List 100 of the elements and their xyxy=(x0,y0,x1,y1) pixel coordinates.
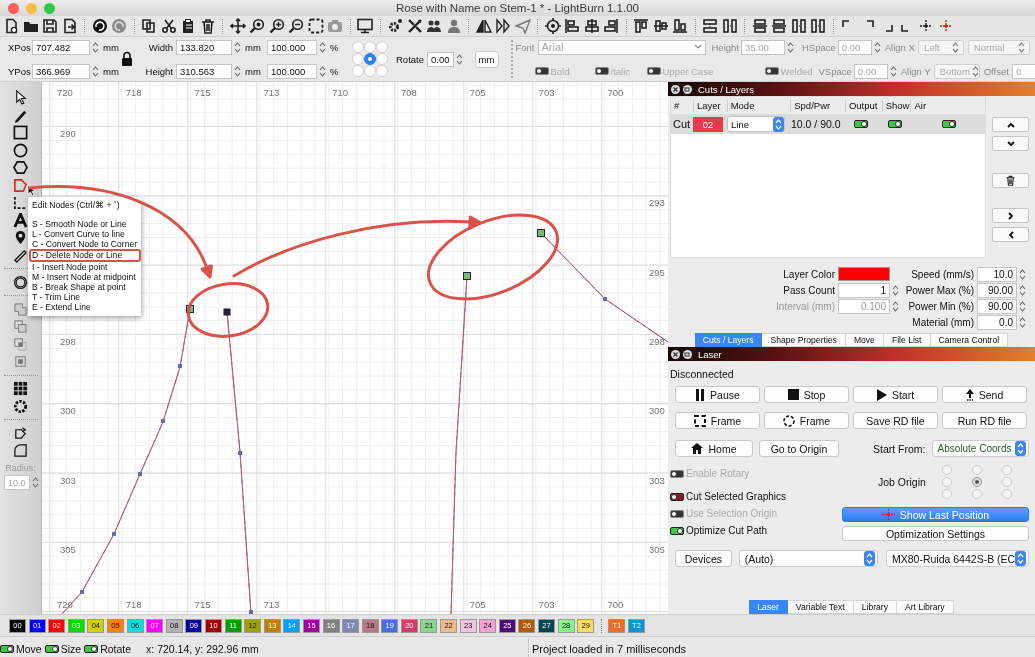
polygon-icon[interactable] xyxy=(13,160,28,175)
zoom-in-icon[interactable] xyxy=(268,18,285,34)
node-handle[interactable] xyxy=(112,532,116,536)
node-handle[interactable] xyxy=(186,305,194,313)
tab[interactable]: Cuts / Layers xyxy=(694,333,763,347)
paper-plane-icon[interactable] xyxy=(514,18,531,34)
dropdown-arrow-icon[interactable] xyxy=(1014,441,1026,456)
node-handle[interactable] xyxy=(138,472,142,476)
laser-button[interactable]: Frame xyxy=(675,412,760,429)
pin-icon[interactable] xyxy=(13,230,28,245)
spinner-icon[interactable] xyxy=(1019,315,1026,329)
origin-radio[interactable] xyxy=(941,465,952,475)
spinner-icon[interactable] xyxy=(92,64,99,78)
origin-radio[interactable] xyxy=(971,465,982,475)
menu-item[interactable]: T - Trim Line xyxy=(31,292,139,302)
input-field[interactable]: 10.0 xyxy=(977,266,1017,282)
origin-radio[interactable] xyxy=(1001,465,1012,475)
crosshair-icon[interactable] xyxy=(937,18,954,34)
float-icon[interactable] xyxy=(683,84,692,94)
dropdown-arrow-icon[interactable] xyxy=(864,551,875,566)
spinner-icon[interactable] xyxy=(455,52,463,66)
tab[interactable]: Library xyxy=(853,600,897,614)
align-left-icon[interactable] xyxy=(564,18,580,34)
input-field[interactable]: 100.000 xyxy=(267,39,317,55)
node-handle[interactable] xyxy=(80,590,84,594)
toggle-switch[interactable] xyxy=(44,645,59,653)
crosshair-icon[interactable] xyxy=(918,18,934,34)
origin-radio[interactable] xyxy=(941,477,952,487)
node-handle[interactable] xyxy=(238,451,242,455)
users-icon[interactable] xyxy=(426,18,442,34)
color-swatch[interactable] xyxy=(838,267,890,281)
menu-item[interactable]: M - Insert Node at midpoint xyxy=(31,272,139,282)
align-center-icon[interactable] xyxy=(583,18,600,34)
menu-item[interactable]: I - Insert Node point xyxy=(31,262,139,272)
clipboard-icon[interactable] xyxy=(180,18,196,34)
wrench-icon[interactable] xyxy=(406,18,423,34)
input-field[interactable]: 90.00 xyxy=(977,298,1017,314)
menu-item[interactable]: S - Smooth Node or Line xyxy=(31,219,139,229)
align-middle-icon[interactable] xyxy=(652,18,669,34)
menu-item[interactable]: D - Delete Node or Line xyxy=(29,249,141,262)
trash-icon[interactable] xyxy=(199,18,216,34)
laser-button[interactable]: Stop xyxy=(764,386,849,403)
origin-radio[interactable] xyxy=(941,489,952,499)
move-down-button[interactable] xyxy=(992,136,1029,151)
text-tool-icon[interactable] xyxy=(13,212,28,228)
tab[interactable]: Variable Text xyxy=(787,600,854,614)
node-handle[interactable] xyxy=(178,364,182,368)
origin-radio[interactable] xyxy=(971,477,982,487)
spinner-icon[interactable] xyxy=(892,283,899,297)
spinner-icon[interactable] xyxy=(319,64,326,78)
close-icon[interactable] xyxy=(671,349,680,359)
lock-icon[interactable] xyxy=(121,51,133,67)
spacing-icon[interactable] xyxy=(751,18,768,34)
new-file-icon[interactable] xyxy=(3,18,19,34)
toggle-switch[interactable] xyxy=(0,645,14,653)
laser-button[interactable]: Pause xyxy=(675,386,760,403)
node-handle[interactable] xyxy=(161,419,165,423)
toggle-switch[interactable] xyxy=(670,526,684,535)
spinner-icon[interactable] xyxy=(234,64,241,78)
go-to-origin-button[interactable]: Go to Origin xyxy=(759,440,839,457)
dashed-corner-icon[interactable] xyxy=(13,195,28,210)
spinner-icon[interactable] xyxy=(892,299,899,313)
start-from-dropdown[interactable]: Absolute Coords xyxy=(931,440,1029,457)
home-button[interactable]: Home xyxy=(675,440,753,457)
monitor-icon[interactable] xyxy=(357,18,373,34)
distribute-vertical-icon[interactable] xyxy=(721,18,738,34)
origin-radio[interactable] xyxy=(971,489,982,499)
offset-icon[interactable] xyxy=(13,274,28,290)
grid-array-icon[interactable] xyxy=(13,381,28,396)
node-handle[interactable] xyxy=(223,308,231,316)
spinner-icon[interactable] xyxy=(234,40,241,54)
origin-radio[interactable] xyxy=(1001,489,1012,499)
input-field[interactable]: 310.563 xyxy=(176,63,232,79)
triangles-icon[interactable] xyxy=(475,18,492,34)
laser-button[interactable]: Start xyxy=(853,386,938,403)
origin-radio[interactable] xyxy=(1001,477,1012,487)
menu-item[interactable]: L - Convert Curve to line xyxy=(31,229,139,239)
mode-dropdown[interactable]: Line xyxy=(727,116,785,132)
user-icon[interactable] xyxy=(445,18,462,34)
node-handle[interactable] xyxy=(603,297,607,301)
align-top-icon[interactable] xyxy=(633,18,649,34)
circle-arrow-icon[interactable] xyxy=(91,18,108,34)
dropdown-arrow-icon[interactable] xyxy=(773,116,784,132)
menu-item[interactable]: E - Extend Line xyxy=(31,302,139,312)
distribute-vertical-icon[interactable] xyxy=(790,18,807,34)
mirror-icon[interactable] xyxy=(495,18,511,34)
union-icon[interactable] xyxy=(13,301,28,317)
measure-icon[interactable] xyxy=(13,247,28,263)
save-icon[interactable] xyxy=(42,18,58,34)
node-handle[interactable] xyxy=(463,272,471,280)
spinner-icon[interactable] xyxy=(32,476,39,489)
dashed-frame-icon[interactable] xyxy=(307,18,324,34)
toggle-switch[interactable] xyxy=(84,645,99,653)
device-dropdown[interactable]: MX80-Ruida 6442S-B (EC xyxy=(886,550,1029,567)
menu-item[interactable]: C - Convert Node to Corner xyxy=(31,239,139,249)
node-handle[interactable] xyxy=(537,229,545,237)
input-field[interactable]: 100.000 xyxy=(267,63,317,79)
spinner-icon[interactable] xyxy=(1019,267,1026,281)
move-up-button[interactable] xyxy=(992,117,1029,132)
origin-radio[interactable] xyxy=(364,53,376,65)
